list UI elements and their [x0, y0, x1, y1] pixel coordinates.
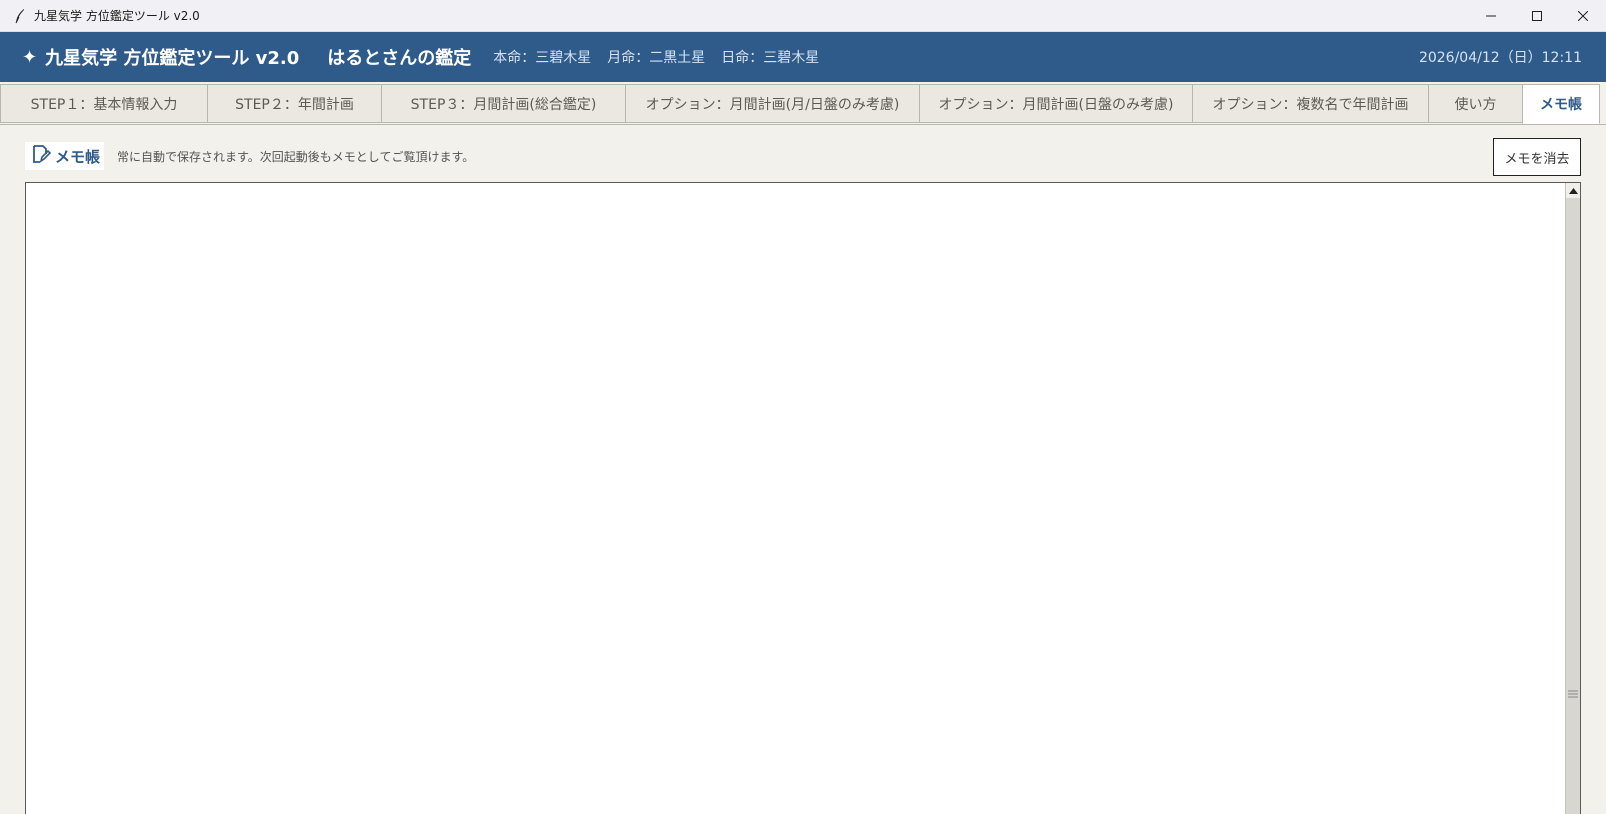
tab-bar: STEP１：基本情報入力 STEP２：年間計画 STEP３：月間計画(総合鑑定)… — [0, 84, 1606, 124]
memo-editor — [25, 182, 1581, 814]
tab-step2[interactable]: STEP２：年間計画 — [207, 84, 382, 123]
star-info: 本命：三碧木星 月命：二黒土星 日命：三碧木星 — [493, 47, 819, 67]
maximize-button[interactable] — [1514, 0, 1560, 32]
nichimei-star: 日命：三碧木星 — [721, 50, 820, 66]
window-controls — [1468, 0, 1606, 32]
tab-step3[interactable]: STEP３：月間計画(総合鑑定) — [381, 84, 626, 123]
app-header: ✦ 九星気学 方位鑑定ツール v2.0 はるとさんの鑑定 本命：三碧木星 月命：… — [0, 32, 1606, 82]
memo-title: メモ帳 — [55, 147, 101, 166]
app-name: 九星気学 方位鑑定ツール v2.0 — [45, 48, 300, 69]
minimize-button[interactable] — [1468, 0, 1514, 32]
tab-step1[interactable]: STEP１：基本情報入力 — [0, 84, 208, 123]
tab-howto[interactable]: 使い方 — [1428, 84, 1523, 123]
current-datetime: 2026/04/12（日）12:11 — [1418, 50, 1582, 66]
title-bar: 九星気学 方位鑑定ツール v2.0 — [0, 0, 1606, 32]
memo-heading: メモ帳 — [25, 142, 105, 170]
maximize-icon — [1532, 11, 1542, 21]
tab-option-day[interactable]: オプション：月間計画(日盤のみ考慮) — [919, 84, 1193, 123]
getsumei-star: 月命：二黒土星 — [607, 50, 706, 66]
scroll-up-button[interactable] — [1566, 183, 1580, 198]
app-window: 九星気学 方位鑑定ツール v2.0 ✦ 九星気学 方位鑑定ツール v2.0 はる… — [0, 0, 1606, 814]
minimize-icon — [1486, 15, 1496, 17]
vertical-scrollbar[interactable] — [1565, 183, 1580, 814]
star-icon: ✦ — [22, 46, 38, 68]
close-button[interactable] — [1560, 0, 1606, 32]
arrow-up-icon — [1568, 187, 1578, 194]
edit-note-icon — [31, 144, 52, 168]
tab-option-multi[interactable]: オプション：複数名で年間計画 — [1192, 84, 1429, 123]
autosave-note: 常に自動で保存されます。次回起動後もメモとしてご覧頂けます。 — [117, 150, 475, 164]
tab-option-month-day[interactable]: オプション：月間計画(月/日盤のみ考慮) — [625, 84, 920, 123]
feather-icon — [12, 8, 28, 24]
memo-textarea[interactable] — [26, 183, 1566, 814]
close-icon — [1578, 11, 1588, 21]
tab-memo[interactable]: メモ帳 — [1522, 84, 1600, 124]
scroll-grip-icon — [1568, 690, 1578, 698]
memo-panel: メモ帳 常に自動で保存されます。次回起動後もメモとしてご覧頂けます。 メモを消去 — [0, 124, 1606, 814]
window-title: 九星気学 方位鑑定ツール v2.0 — [34, 9, 200, 23]
client-name: はるとさんの鑑定 — [327, 48, 472, 69]
honmei-star: 本命：三碧木星 — [493, 50, 592, 66]
clear-memo-button[interactable]: メモを消去 — [1493, 138, 1581, 176]
